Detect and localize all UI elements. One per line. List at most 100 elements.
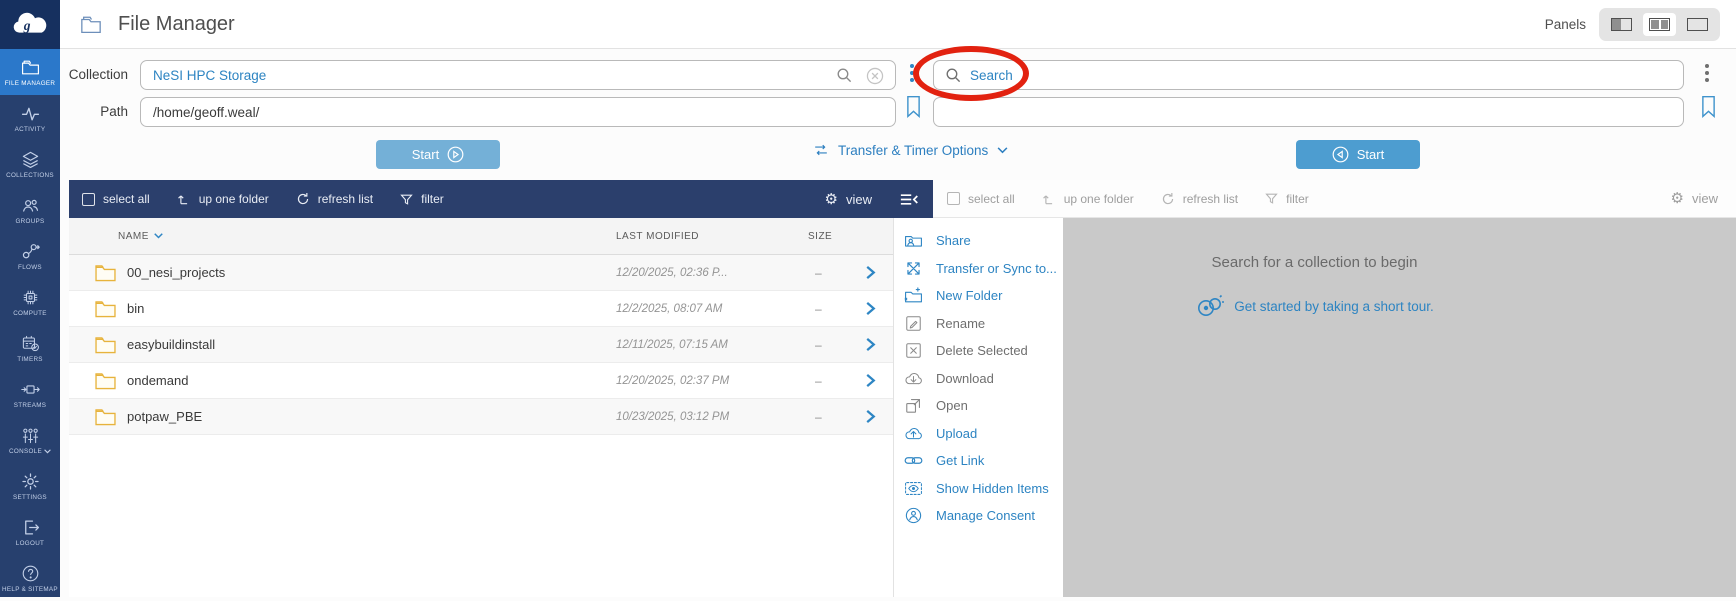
sidebar-item-help-sitemap[interactable]: HELP & SITEMAP (0, 555, 60, 601)
collapse-panel-toggle[interactable] (900, 193, 919, 206)
folder-icon (95, 300, 127, 318)
path-input[interactable] (140, 97, 896, 127)
file-row-easybuildinstall[interactable]: easybuildinstall 12/11/2025, 07:15 AM – (69, 327, 893, 363)
filter-left[interactable]: filter (400, 192, 444, 206)
folder-icon (95, 264, 127, 282)
up-one-folder-right[interactable]: up one folder (1042, 192, 1134, 206)
settings-icon (21, 472, 40, 491)
row-chevron-right-icon[interactable] (864, 409, 893, 424)
column-header-modified[interactable]: LAST MODIFIED (616, 231, 794, 242)
start-transfer-right-button[interactable]: Start (1296, 140, 1420, 169)
single-panel-icon (1611, 18, 1632, 31)
collection-clear-icon[interactable] (866, 67, 884, 85)
row-chevron-right-icon[interactable] (864, 337, 893, 352)
refresh-list-right[interactable]: refresh list (1161, 192, 1238, 206)
bookmark-icon[interactable] (906, 95, 921, 119)
dual-panel-button[interactable] (1643, 13, 1676, 36)
menu-item-show-hidden-items[interactable]: Show Hidden Items (894, 475, 1063, 503)
path-input-right[interactable] (933, 97, 1684, 127)
view-left[interactable]: ⚙ view (824, 189, 872, 208)
row-chevron-right-icon[interactable] (864, 301, 893, 316)
start-transfer-left-button[interactable]: Start (376, 140, 500, 169)
sidebar-item-file-manager[interactable]: FILE MANAGER (0, 49, 60, 95)
globus-file-manager-app: { "app": { "title": "File Manager", "pan… (0, 0, 1736, 597)
sidebar-item-console[interactable]: CONSOLE (0, 417, 60, 463)
chevron-down-icon (997, 146, 1008, 153)
transfer-timer-options[interactable]: Transfer & Timer Options (813, 142, 1008, 158)
tour-link[interactable]: Get started by taking a short tour. (1195, 293, 1434, 319)
search-input[interactable] (933, 60, 1684, 90)
right-toolbar: select all up one folder refresh list fi… (933, 180, 1736, 218)
file-modified: 12/11/2025, 07:15 AM (616, 338, 728, 351)
globus-logo[interactable]: g (0, 0, 60, 49)
gear-icon: ⚙ (824, 189, 838, 208)
up-one-folder-left[interactable]: up one folder (177, 192, 269, 206)
menu-item-get-link[interactable]: Get Link (894, 447, 1063, 475)
refresh-icon (297, 193, 308, 205)
select-all-right[interactable]: select all (947, 192, 1015, 206)
file-row-bin[interactable]: bin 12/2/2025, 08:07 AM – (69, 291, 893, 327)
sidebar-item-compute[interactable]: COMPUTE (0, 279, 60, 325)
menu-item-download: Download (894, 365, 1063, 393)
collection-search-icon[interactable] (836, 67, 853, 84)
collection-input[interactable] (140, 60, 896, 90)
file-size: – (815, 265, 822, 280)
globus-cloud-icon: g (13, 12, 47, 33)
menu-item-manage-consent[interactable]: Manage Consent (894, 502, 1063, 530)
column-header-name[interactable]: NAME (95, 231, 616, 242)
open-icon (901, 396, 925, 415)
sidebar-item-streams[interactable]: STREAMS (0, 371, 60, 417)
file-size: – (815, 409, 822, 424)
sidebar-item-timers[interactable]: TIMERS (0, 325, 60, 371)
file-row-ondemand[interactable]: ondemand 12/20/2025, 02:37 PM – (69, 363, 893, 399)
page-title: File Manager (118, 13, 235, 35)
file-modified: 12/20/2025, 02:37 PM (616, 374, 730, 387)
menu-item-delete-selected: Delete Selected (894, 337, 1063, 365)
panels-control: Panels (1545, 8, 1720, 41)
download-icon (901, 369, 925, 388)
file-list-panel: NAME LAST MODIFIED SIZE 00_nesi_projects… (69, 218, 893, 597)
path-label: Path (100, 104, 128, 119)
eye-icon (901, 479, 925, 498)
third-panel-icon (1687, 18, 1708, 31)
empty-state: Search for a collection to begin Get sta… (893, 218, 1736, 324)
streams-icon (20, 380, 40, 399)
checkbox-icon (947, 192, 960, 205)
file-name: potpaw_PBE (127, 409, 203, 424)
menu-item-open: Open (894, 392, 1063, 420)
file-modified: 10/23/2025, 03:12 PM (616, 410, 730, 423)
console-icon (21, 426, 40, 445)
row-chevron-right-icon[interactable] (864, 265, 893, 280)
empty-state-text: Search for a collection to begin (1211, 254, 1418, 271)
sidebar-item-flows[interactable]: FLOWS (0, 233, 60, 279)
bookmark-right-icon[interactable] (1701, 95, 1716, 119)
options-sliders-icon (815, 144, 827, 156)
link-icon (901, 451, 925, 470)
select-all-left[interactable]: select all (82, 192, 150, 206)
header: File Manager Panels (60, 0, 1736, 49)
file-row-00-nesi-projects[interactable]: 00_nesi_projects 12/20/2025, 02:36 P... – (69, 255, 893, 291)
column-header-size[interactable]: SIZE (794, 231, 864, 242)
file-manager-icon (78, 14, 104, 36)
sidebar-item-activity[interactable]: ACTIVITY (0, 95, 60, 141)
view-right[interactable]: ⚙ view (1671, 191, 1718, 207)
filter-funnel-icon (400, 194, 413, 205)
consent-icon (901, 506, 925, 525)
sidebar-item-settings[interactable]: SETTINGS (0, 463, 60, 509)
refresh-list-left[interactable]: refresh list (296, 192, 373, 206)
collection-menu-dots-icon[interactable] (910, 64, 914, 82)
up-folder-icon (1042, 194, 1052, 204)
sidebar-nav: FILE MANAGER ACTIVITY COLLECTIONS GROUPS FLO… (0, 49, 60, 601)
menu-item-upload[interactable]: Upload (894, 420, 1063, 448)
folder-icon (95, 336, 127, 354)
search-menu-dots-icon[interactable] (1705, 64, 1709, 82)
filter-right[interactable]: filter (1265, 192, 1309, 206)
third-panel-button[interactable] (1681, 13, 1714, 36)
folder-icon (95, 372, 127, 390)
file-row-potpaw-pbe[interactable]: potpaw_PBE 10/23/2025, 03:12 PM – (69, 399, 893, 435)
single-panel-button[interactable] (1605, 13, 1638, 36)
sidebar-item-logout[interactable]: LOGOUT (0, 509, 60, 555)
row-chevron-right-icon[interactable] (864, 373, 893, 388)
sidebar-item-collections[interactable]: COLLECTIONS (0, 141, 60, 187)
sidebar-item-groups[interactable]: GROUPS (0, 187, 60, 233)
